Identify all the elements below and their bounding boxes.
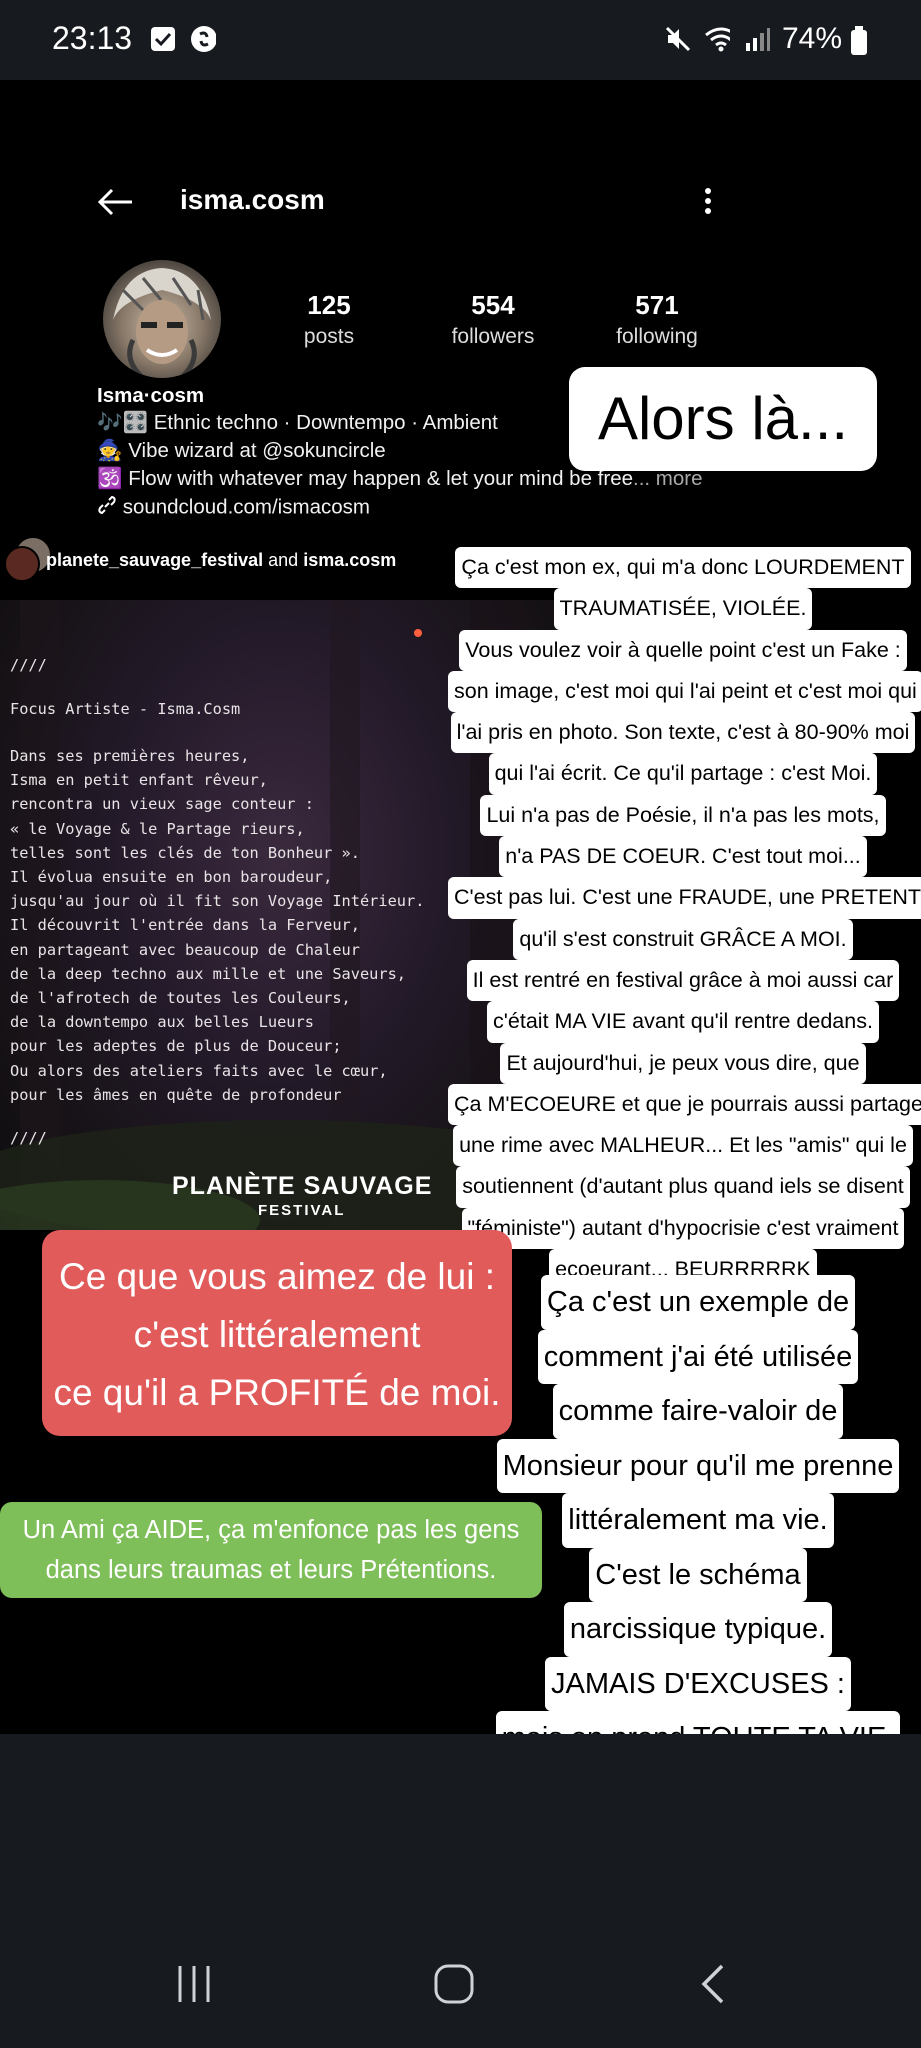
text-line: une rime avec MALHEUR... Et les "amis" q… (453, 1125, 913, 1167)
bio-line-2: 🧙 Vibe wizard at @sokuncircle (97, 439, 386, 462)
poem-line: Dans ses premières heures, (10, 747, 250, 765)
poem-line: de la deep techno aux mille et une Saveu… (10, 964, 407, 983)
text-line: Vous voulez voir à quelle point c'est un… (459, 629, 907, 671)
poem-line: pour les adeptes de plus de Douceur; (10, 1037, 342, 1056)
poem-line: Isma en petit enfant rêveur, (10, 771, 268, 790)
followers-label: followers (451, 325, 535, 348)
poem-bottom-marker: //// (10, 1129, 47, 1147)
profile-name: Isma·cosm (97, 384, 205, 407)
battery-percent: 74% (782, 22, 843, 55)
back-nav-icon[interactable] (696, 1962, 732, 2011)
poem-line: jusqu'au jour où il fit son Voyage Intér… (10, 892, 425, 911)
text-line: n'a PAS DE COEUR. C'est tout moi... (499, 836, 867, 878)
text-line: comme faire-valoir de (552, 1384, 844, 1439)
text-line: TRAUMATISÉE, VIOLÉE. (553, 588, 813, 630)
poem-top-marker: //// (10, 656, 47, 674)
signal-icon (744, 26, 770, 52)
green-line: Un Ami ça AIDE, ça m'enfonce pas les gen… (22, 1516, 520, 1544)
poem-line: en partageant avec beaucoup de Chaleur (10, 940, 360, 959)
sticker-red: Ce que vous aimez de lui : c'est littéra… (42, 1230, 512, 1436)
poem-line: « le Voyage & le Partage rieurs, (10, 819, 305, 838)
followers-count[interactable]: 554 (413, 290, 573, 321)
post-account-joiner: and (268, 550, 299, 570)
poem-title: Focus Artiste - Isma.Cosm (10, 700, 241, 718)
text-line: l'ai pris en photo. Son texte, c'est à 8… (450, 712, 916, 754)
mute-icon (664, 26, 690, 52)
poem-line: rencontra un vieux sage conteur : (10, 795, 314, 814)
post-header[interactable]: planete_sauvage_festival and isma.cosm (46, 550, 396, 571)
poem-line: de la downtempo aux belles Lueurs (10, 1013, 314, 1032)
red-line: Ce que vous aimez de lui : (58, 1256, 495, 1297)
profile-handle: isma.cosm (180, 184, 325, 215)
bio-link[interactable]: soundcloud.com/ismacosm (123, 495, 370, 518)
bio-link-row[interactable]: soundcloud.com/ismacosm (97, 495, 370, 521)
text-line: Et aujourd'hui, je peux vous dire, que (500, 1042, 866, 1084)
home-icon[interactable] (432, 1962, 476, 2011)
collab-avatars[interactable] (4, 536, 52, 582)
recent-apps-icon[interactable] (172, 1962, 216, 2011)
following-label: following (616, 325, 698, 348)
poem-line: telles sont les clés de ton Bonheur ». (10, 843, 360, 862)
sticker-bottom-right: Ça c'est un exemple de comment j'ai été … (478, 1275, 918, 1766)
wifi-icon (704, 26, 730, 52)
bio-line-1: 🎶🎛️ Ethnic techno · Downtempo · Ambient (97, 411, 498, 434)
following-count[interactable]: 571 (577, 290, 737, 321)
text-line: Ça c'est mon ex, qui m'a donc LOURDEMENT (455, 547, 911, 589)
text-line: comment j'ai été utilisée (537, 1329, 859, 1384)
text-line: qui l'ai écrit. Ce qu'il partage : c'est… (488, 753, 878, 795)
text-line: soutiennent (d'autant plus quand iels se… (456, 1166, 910, 1208)
post-account-secondary[interactable]: isma.cosm (303, 550, 396, 570)
text-line: Lui n'a pas de Poésie, il n'a pas les mo… (480, 794, 886, 837)
back-arrow-icon[interactable] (96, 186, 136, 223)
status-time: 23:13 (52, 20, 133, 56)
text-line: Monsieur pour qu'il me prenne (496, 1438, 900, 1493)
poem-line: de l'afrotech de toutes les Couleurs, (10, 989, 351, 1008)
poem-line: Il évolua ensuite en bon baroudeur, (10, 868, 333, 887)
posts-label: posts (303, 325, 355, 348)
shazam-icon (190, 26, 216, 52)
poem-body: Dans ses premières heures, Isma en petit… (10, 744, 424, 1107)
text-line: "féministe") autant d'hypocrisie c'est v… (461, 1207, 905, 1250)
sticker-right-block: Ça c'est mon ex, qui m'a donc LOURDEMENT… (448, 547, 921, 1332)
bio-line-3-text: 🕉️ Flow with whatever may happen & let y… (97, 467, 633, 490)
poem-line: Il découvrit l'entrée dans la Ferveur, (10, 916, 360, 935)
text-line: narcissique typique. (563, 1602, 833, 1657)
text-line: son image, c'est moi qui l'ai peint et c… (448, 670, 921, 713)
text-line: Ça M'ECOEURE et que je pourrais aussi pa… (448, 1083, 921, 1126)
text-line: Il est rentré en festival grâce à moi au… (466, 959, 900, 1002)
festival-logo-subtitle: FESTIVAL (258, 1202, 346, 1219)
poem-line: pour les âmes en quête de profondeur (10, 1085, 342, 1104)
text-line: littéralement ma vie. (562, 1493, 834, 1548)
green-line: dans leurs traumas et leurs Prétentions. (45, 1556, 497, 1584)
text-line: qu'il s'est construit GRÂCE A MOI. (513, 918, 853, 960)
avatar[interactable] (103, 260, 221, 378)
battery-icon (850, 26, 868, 61)
text-line: C'est pas lui. C'est une FRAUDE, une PRE… (448, 877, 921, 919)
text-line: C'est le schéma (589, 1547, 807, 1602)
text-line: JAMAIS D'EXCUSES : (545, 1656, 851, 1711)
post-account-primary[interactable]: planete_sauvage_festival (46, 550, 263, 570)
more-options-icon[interactable] (702, 186, 714, 221)
festival-logo-title: PLANÈTE SAUVAGE (172, 1172, 433, 1200)
red-line: ce qu'il a PROFITÉ de moi. (53, 1372, 501, 1413)
poem-line: Ou alors des ateliers faits avec le cœur… (10, 1061, 388, 1080)
text-line: c'était MA VIE avant qu'il rentre dedans… (487, 1001, 879, 1043)
sticker-alors-la: Alors là... (569, 367, 877, 471)
red-line: c'est littéralement (133, 1314, 421, 1355)
posts-count[interactable]: 125 (249, 290, 409, 321)
link-icon (97, 495, 117, 521)
sticker-green: Un Ami ça AIDE, ça m'enfonce pas les gen… (0, 1502, 542, 1598)
text-line: Ça c'est un exemple de (540, 1275, 856, 1330)
check-icon (150, 26, 176, 52)
